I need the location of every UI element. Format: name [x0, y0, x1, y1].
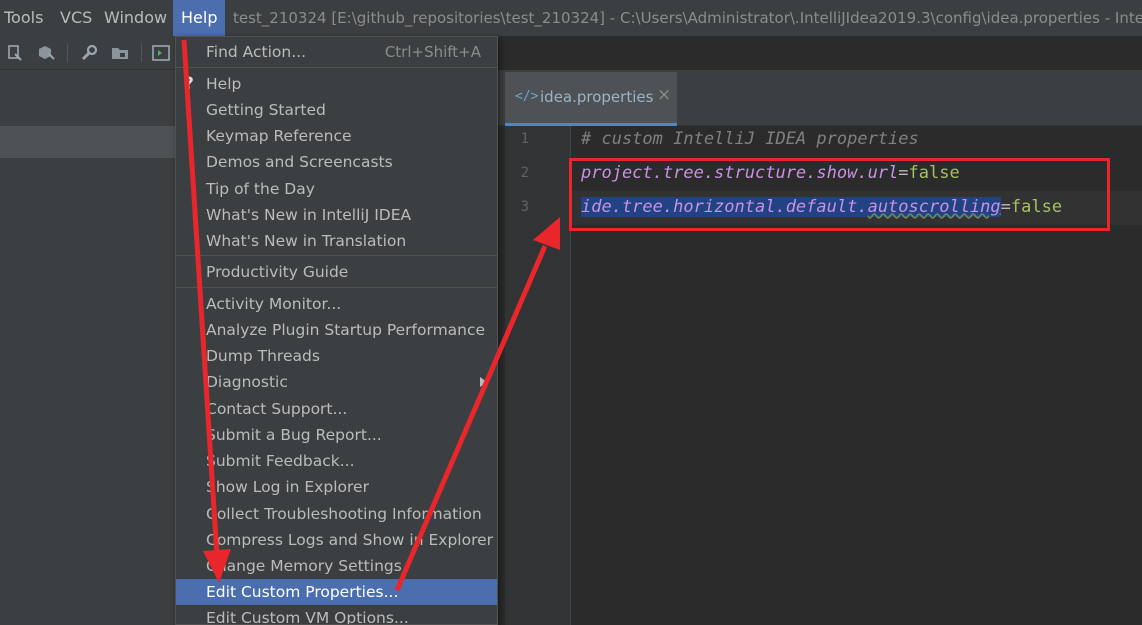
terminal-icon[interactable]	[151, 43, 171, 63]
project-structure-icon[interactable]	[110, 43, 130, 63]
submenu-arrow-icon	[480, 377, 487, 387]
tool-window-header	[0, 126, 175, 158]
menu-item-label: Analyze Plugin Startup Performance	[206, 321, 486, 339]
menu-item-label: Help	[206, 75, 242, 93]
menu-separator	[176, 255, 497, 256]
menu-item-find-action[interactable]: Find Action... Ctrl+Shift+A	[176, 39, 497, 65]
editor-tab-bar: </> idea.properties ×	[497, 70, 1142, 126]
menu-item-submit-feedback[interactable]: Submit Feedback...	[176, 448, 497, 474]
menu-item-activity-monitor[interactable]: Activity Monitor...	[176, 291, 497, 317]
tab-idea-properties[interactable]: </> idea.properties ×	[505, 72, 677, 126]
menu-item-label: Keymap Reference	[206, 127, 352, 145]
menu-window[interactable]: Window	[104, 0, 167, 36]
properties-file-icon: </>	[515, 89, 539, 104]
menu-item-demos[interactable]: Demos and Screencasts	[176, 149, 497, 175]
annotation-highlight-box	[569, 158, 1110, 231]
project-tool-window	[0, 70, 175, 625]
tab-label: idea.properties	[540, 88, 654, 106]
line-number: 1	[520, 131, 529, 147]
menu-item-label: Tip of the Day	[206, 180, 315, 198]
module-icon[interactable]	[36, 43, 56, 63]
menu-item-help[interactable]: ? Help	[176, 71, 497, 97]
menu-item-diagnostic[interactable]: Diagnostic	[176, 369, 497, 395]
menu-item-label: Getting Started	[206, 101, 326, 119]
window-title: test_210324 [E:\github_repositories\test…	[233, 9, 1142, 27]
menu-tools[interactable]: Tools	[4, 0, 43, 36]
line-number: 2	[520, 165, 529, 181]
menu-item-dump-threads[interactable]: Dump Threads	[176, 343, 497, 369]
menu-item-whats-new[interactable]: What's New in IntelliJ IDEA	[176, 202, 497, 228]
menu-item-label: Submit a Bug Report...	[206, 426, 382, 444]
menu-item-collect-troubleshooting[interactable]: Collect Troubleshooting Information	[176, 501, 497, 527]
comment-text: # custom IntelliJ IDEA properties	[581, 129, 919, 149]
close-icon[interactable]: ×	[657, 85, 671, 105]
menu-item-label: Compress Logs and Show in Explorer	[206, 531, 494, 549]
line-number: 3	[520, 199, 529, 215]
menu-item-getting-started[interactable]: Getting Started	[176, 97, 497, 123]
editor-gutter: 1 2 3	[505, 126, 571, 625]
menu-item-productivity-guide[interactable]: Productivity Guide	[176, 259, 497, 285]
menu-item-label: Change Memory Settings	[206, 557, 402, 575]
menu-item-label: Collect Troubleshooting Information	[206, 505, 482, 523]
menu-item-tip-of-the-day[interactable]: Tip of the Day	[176, 176, 497, 202]
menu-item-label: What's New in IntelliJ IDEA	[206, 206, 412, 224]
menu-item-label: Productivity Guide	[206, 263, 349, 281]
menu-item-keymap-reference[interactable]: Keymap Reference	[176, 123, 497, 149]
menu-separator	[176, 287, 497, 288]
editor-top-strip	[497, 36, 1142, 70]
menu-item-label: Activity Monitor...	[206, 295, 342, 313]
help-dropdown-menu: Find Action... Ctrl+Shift+A ? Help Getti…	[175, 36, 498, 625]
menu-item-submit-bug[interactable]: Submit a Bug Report...	[176, 422, 497, 448]
menu-item-label: Diagnostic	[206, 373, 288, 391]
help-icon: ?	[184, 74, 194, 94]
build-icon[interactable]	[5, 43, 25, 63]
menu-help[interactable]: Help	[173, 0, 226, 36]
menu-item-label: Show Log in Explorer	[206, 478, 369, 496]
toolbar	[0, 36, 175, 70]
menu-item-label: Find Action...	[206, 43, 307, 61]
menu-item-label: What's New in Translation	[206, 232, 407, 250]
menu-bar: Tools VCS Window Help test_210324 [E:\gi…	[0, 0, 1142, 36]
shortcut-label: Ctrl+Shift+A	[384, 43, 481, 61]
menu-item-label: Contact Support...	[206, 400, 348, 418]
menu-item-compress-logs[interactable]: Compress Logs and Show in Explorer	[176, 527, 497, 553]
menu-item-show-log[interactable]: Show Log in Explorer	[176, 474, 497, 500]
menu-separator	[176, 67, 497, 68]
menu-item-label: Submit Feedback...	[206, 452, 355, 470]
menu-item-label: Dump Threads	[206, 347, 320, 365]
menu-item-change-memory[interactable]: Change Memory Settings	[176, 553, 497, 579]
menu-item-label: Edit Custom Properties...	[206, 583, 399, 601]
menu-vcs[interactable]: VCS	[60, 0, 92, 36]
menu-item-edit-custom-vm-options[interactable]: Edit Custom VM Options...	[176, 605, 497, 625]
code-line-1: # custom IntelliJ IDEA properties	[581, 129, 919, 149]
menu-item-label: Edit Custom VM Options...	[206, 609, 409, 625]
wrench-settings-icon[interactable]	[79, 43, 99, 63]
menu-item-contact-support[interactable]: Contact Support...	[176, 396, 497, 422]
menu-item-whats-new-translation[interactable]: What's New in Translation	[176, 228, 497, 254]
menu-item-label: Demos and Screencasts	[206, 153, 393, 171]
menu-item-analyze-plugin[interactable]: Analyze Plugin Startup Performance	[176, 317, 497, 343]
menu-item-edit-custom-properties[interactable]: Edit Custom Properties...	[176, 579, 497, 605]
